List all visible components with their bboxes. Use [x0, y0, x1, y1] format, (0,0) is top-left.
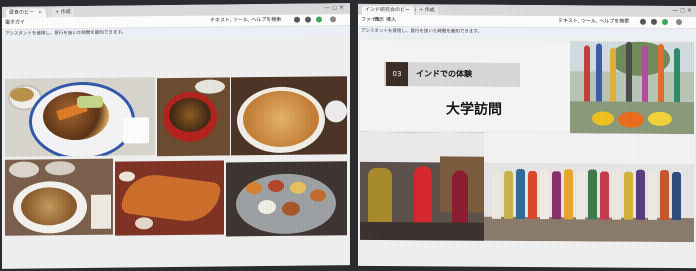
profile-avatar-icon[interactable]: [316, 16, 322, 23]
side-plate: [195, 79, 225, 94]
person: [672, 172, 681, 221]
person: [642, 45, 648, 104]
dosa: [120, 171, 222, 226]
food-photo-thali[interactable]: [5, 77, 155, 157]
chutney-bowl: [119, 171, 135, 182]
tab-create-label: + 作成: [419, 7, 435, 14]
stage-floor: [484, 216, 694, 243]
window-controls[interactable]: — ◻ ✕: [672, 7, 692, 14]
bowl: [9, 161, 39, 178]
person: [610, 47, 616, 104]
person: [564, 169, 573, 220]
person: [552, 171, 561, 220]
stage-floor: [360, 221, 484, 241]
cloud-icon[interactable]: [651, 18, 657, 25]
slide-heading: 大学訪問: [446, 101, 502, 118]
dancer: [414, 166, 432, 225]
menu-view[interactable]: 表示: [374, 16, 384, 25]
side-bowl: [325, 100, 347, 123]
person: [624, 171, 633, 220]
person: [588, 169, 597, 220]
assistant-notice: アシスタントを使用し、意行を抜いた時間を節約できます。: [358, 26, 696, 39]
tab-title: 昼食のビー: [9, 9, 35, 16]
chat-icon[interactable]: [294, 16, 300, 23]
tab-create[interactable]: + 作成: [416, 6, 438, 16]
window-controls[interactable]: — ◻ ✕: [324, 4, 344, 11]
person: [674, 48, 680, 105]
tab-create[interactable]: + 作成: [52, 8, 74, 18]
tab-india-study[interactable]: インド研究会のビー×: [362, 5, 418, 16]
left-monitor-screen: 昼食のビー × + 作成 — ◻ ✕ 電子ガイ テキスト, ツール, ヘルプを検索…: [2, 3, 350, 269]
toolbar-left-label[interactable]: 電子ガイ: [5, 19, 25, 28]
flower-decoration: [648, 111, 672, 127]
person: [626, 41, 632, 104]
dancer: [452, 170, 468, 225]
more-icon[interactable]: [330, 16, 336, 23]
person: [540, 169, 549, 220]
person: [658, 43, 664, 104]
person: [596, 43, 602, 104]
tab-title: インド研究会のビー: [365, 6, 411, 14]
person: [528, 171, 537, 220]
person: [612, 169, 621, 220]
bowl: [45, 161, 75, 176]
napkin: [123, 117, 149, 144]
person: [660, 169, 669, 220]
dancer: [368, 167, 392, 225]
food-photo-biryani-pot[interactable]: [157, 77, 230, 157]
ceiling: [484, 132, 694, 165]
person: [492, 170, 501, 219]
photo-group-stage[interactable]: [484, 132, 694, 243]
person: [600, 171, 609, 220]
photo-campus-festival[interactable]: [570, 41, 694, 135]
photo-dance-performance[interactable]: [360, 131, 484, 241]
search-prompt[interactable]: テキスト, ツール, ヘルプを検索: [558, 17, 629, 26]
person: [648, 171, 657, 220]
tab-lunch-photos[interactable]: 昼食のビー ×: [6, 8, 46, 18]
more-icon[interactable]: [676, 19, 682, 26]
food-photo-pulao[interactable]: [5, 158, 113, 236]
person: [516, 168, 525, 219]
food-photo-dosa[interactable]: [115, 160, 224, 236]
napkin: [91, 194, 111, 229]
person: [504, 170, 513, 219]
slide-title-area: 03 インドでの体験 大学訪問: [360, 39, 570, 132]
person: [584, 45, 590, 104]
flower-decoration: [618, 111, 644, 128]
salad: [77, 95, 103, 109]
food-photo-biryani[interactable]: [231, 76, 347, 156]
person: [636, 169, 645, 220]
section-number: 03: [386, 62, 408, 87]
menu-insert[interactable]: 挿入: [386, 16, 396, 25]
tab-create-label: + 作成: [55, 9, 71, 16]
section-title: インドでの体験: [416, 69, 472, 79]
chutney-bowl: [135, 217, 153, 230]
person: [576, 171, 585, 220]
cloud-icon[interactable]: [305, 16, 311, 23]
close-icon[interactable]: ×: [38, 9, 42, 15]
profile-avatar-icon[interactable]: [662, 18, 668, 25]
chat-icon[interactable]: [640, 18, 646, 25]
food-photo-thali-platter[interactable]: [226, 161, 347, 237]
search-prompt[interactable]: テキスト, ツール, ヘルプを検索: [210, 16, 281, 26]
right-monitor-screen: インド研究会のビー× + 作成 — ◻ ✕ ファイル 表示 挿入 テキスト, ツ…: [358, 3, 696, 269]
flower-decoration: [592, 111, 614, 126]
